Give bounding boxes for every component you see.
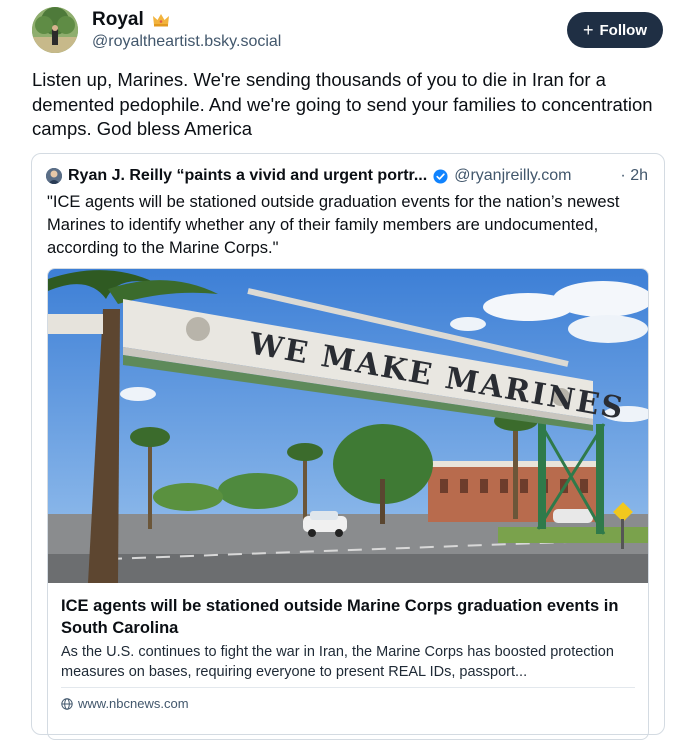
author-display-name[interactable]: Royal: [92, 9, 144, 31]
crown-icon: [152, 14, 169, 27]
quoted-author-name[interactable]: Ryan J. Reilly “paints a vivid and urgen…: [68, 167, 427, 185]
link-card-domain: www.nbcnews.com: [78, 696, 189, 711]
link-card[interactable]: WE MAKE MARINES ICE agents will be stati…: [47, 268, 649, 740]
link-card-image: WE MAKE MARINES: [48, 269, 648, 583]
plus-icon: +: [582, 20, 594, 40]
author-avatar[interactable]: [32, 7, 78, 53]
link-card-title[interactable]: ICE agents will be stationed outside Mar…: [61, 595, 636, 639]
link-card-description: As the U.S. continues to fight the war i…: [61, 644, 614, 680]
quoted-author-avatar[interactable]: [46, 168, 62, 184]
author-handle[interactable]: @royaltheartist.bsky.social: [92, 33, 281, 51]
quoted-post-header: Ryan J. Reilly “paints a vivid and urgen…: [46, 167, 572, 185]
globe-icon: [61, 697, 73, 710]
quoted-post[interactable]: Ryan J. Reilly “paints a vivid and urgen…: [31, 153, 665, 740]
follow-button-label: Follow: [599, 21, 648, 39]
author-name-row: Royal: [92, 9, 170, 31]
follow-button[interactable]: + Follow: [567, 12, 663, 48]
link-card-domain-row[interactable]: www.nbcnews.com: [61, 696, 189, 711]
quoted-post-time: · 2h: [620, 167, 648, 184]
post: Royal @royaltheartist.bsky.social + Foll…: [0, 0, 696, 740]
quoted-author-handle[interactable]: @ryanjreilly.com: [454, 167, 571, 185]
verified-check-icon: [433, 168, 448, 184]
link-card-divider: [61, 687, 635, 688]
post-text: Listen up, Marines. We're sending thousa…: [32, 69, 653, 139]
quoted-post-text: "ICE agents will be stationed outside gr…: [47, 193, 620, 257]
